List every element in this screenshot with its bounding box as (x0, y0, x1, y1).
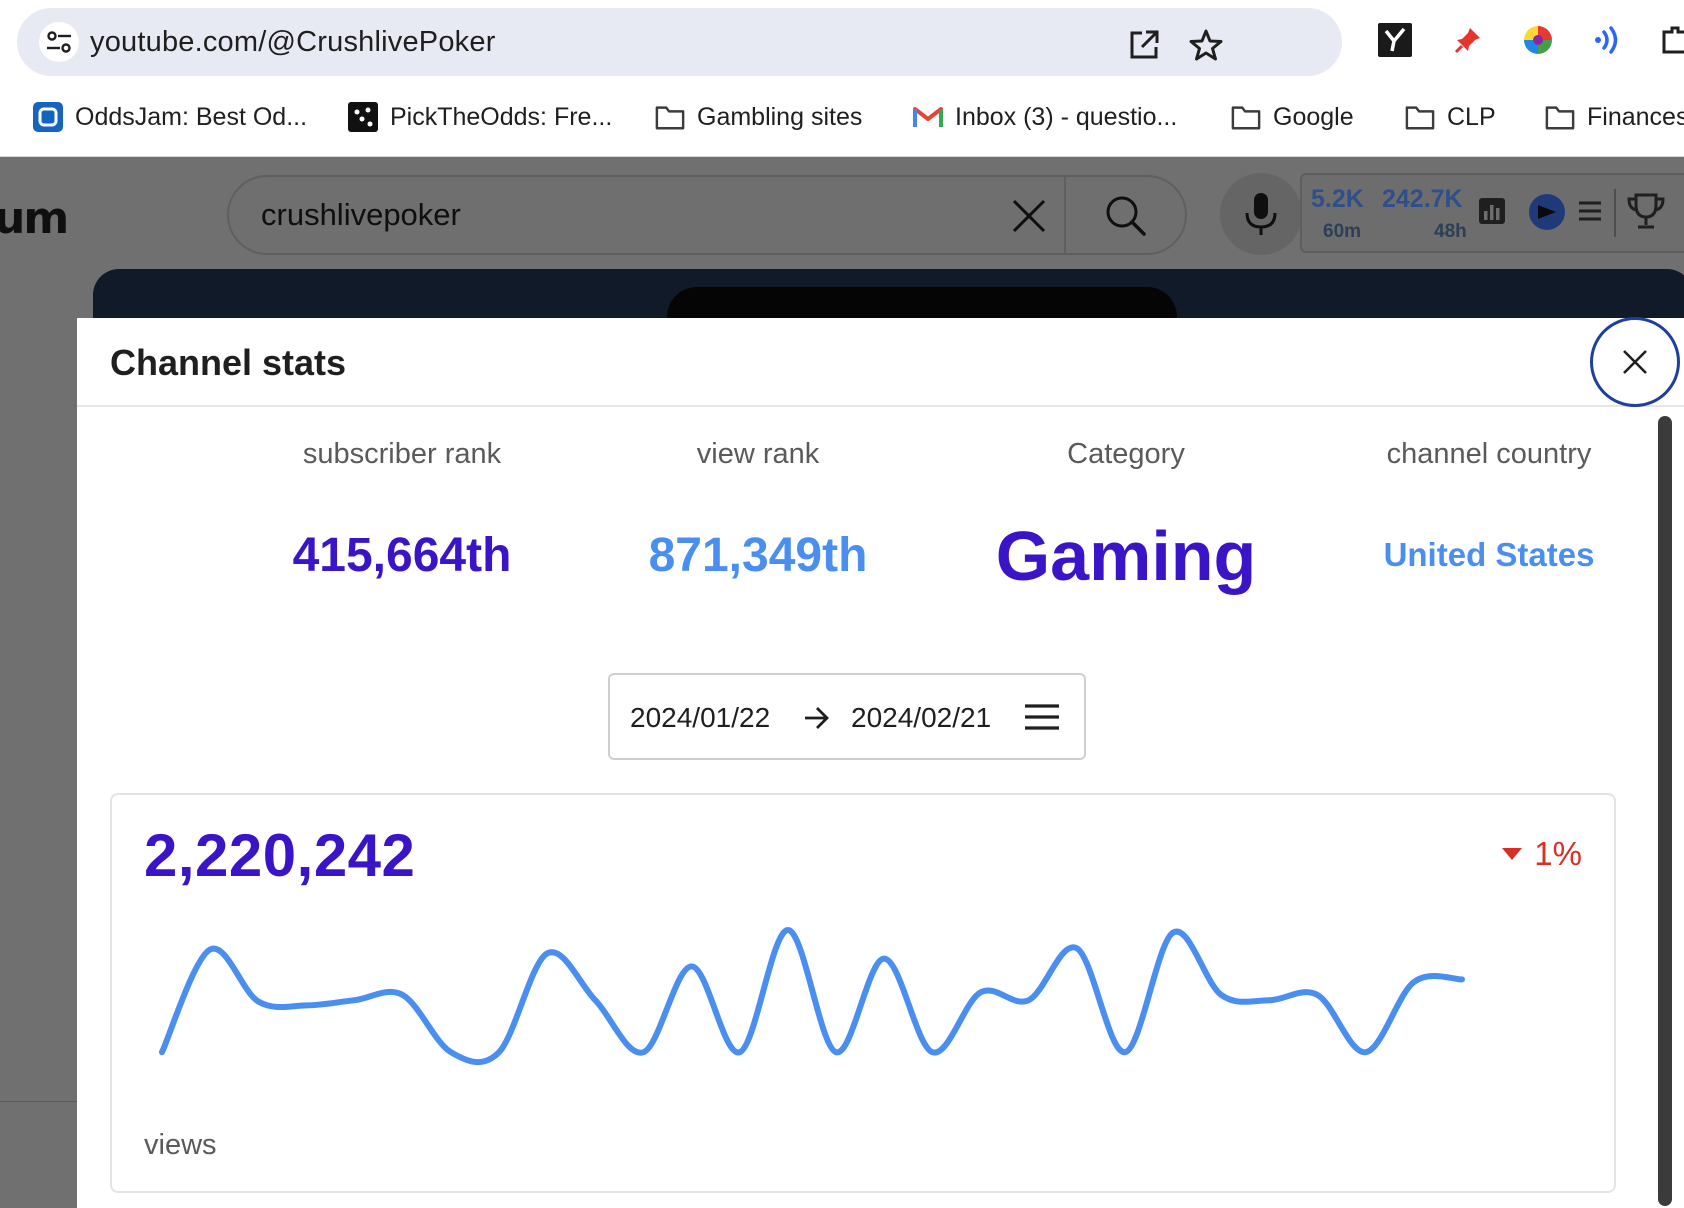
page-divider (0, 1101, 77, 1208)
stat-label: Category (1067, 438, 1185, 470)
voice-search-mic-icon[interactable] (1220, 173, 1302, 255)
arrow-right-icon (805, 707, 829, 729)
color-wheel-extension-icon[interactable] (1520, 22, 1556, 58)
youtube-logo[interactable]: um (0, 193, 69, 244)
search-divider (1064, 177, 1066, 253)
folder-icon (1231, 102, 1261, 132)
trophy-icon[interactable] (1626, 191, 1666, 233)
stat-value-48h: 242.7K (1382, 185, 1463, 213)
clear-search-icon[interactable] (1004, 191, 1054, 241)
stat-period-60m: 60m (1323, 221, 1362, 242)
bookmark-oddsjam[interactable]: OddsJam: Best Od... (33, 100, 307, 134)
views-sparkline (159, 927, 1465, 1065)
address-bar[interactable]: youtube.com/@CrushlivePoker (17, 8, 1342, 76)
stat-label: subscriber rank (302, 438, 502, 470)
channel-stats-modal: Channel stats subscriber rank 415,664th … (77, 317, 1684, 1208)
yc-extension-icon[interactable] (1377, 22, 1413, 58)
bookmark-label: Finances (1587, 102, 1684, 131)
stat-value-60m: 5.2K (1311, 185, 1364, 213)
search-query[interactable]: crushlivepoker (261, 197, 461, 233)
bookmark-label: Inbox (3) - questio... (955, 102, 1178, 131)
bookmark-picktheodds[interactable]: PickTheOdds: Fre... (348, 100, 612, 134)
folder-icon (655, 102, 685, 132)
stat-channel-country: channel country United States (1309, 436, 1669, 573)
widget-divider (1614, 189, 1616, 237)
stat-period-48h: 48h (1434, 221, 1467, 242)
stat-category: Category Gaming (946, 436, 1306, 595)
close-icon (1623, 350, 1647, 374)
channel-stats-widget[interactable]: 5.2K 60m 242.7K 48h (1300, 173, 1684, 253)
stat-value: 871,349th (648, 529, 868, 582)
menu-icon[interactable] (1576, 197, 1604, 225)
puzzle-extensions-icon[interactable] (1658, 22, 1684, 58)
date-start[interactable]: 2024/01/22 (630, 702, 770, 734)
bookmark-star-icon[interactable] (1189, 28, 1223, 62)
stat-label: view rank (696, 438, 820, 470)
bookmark-label: OddsJam: Best Od... (75, 102, 308, 131)
bookmark-label: PickTheOdds: Fre... (390, 102, 613, 131)
browser-chrome: youtube.com/@CrushlivePoker OddsJam: Bes… (0, 0, 1684, 157)
date-range-picker[interactable]: 2024/01/22 2024/02/21 (608, 673, 1086, 760)
folder-icon (1545, 102, 1575, 132)
views-line (159, 927, 1465, 1065)
search-icon[interactable] (1099, 189, 1153, 243)
metric-label: views (144, 1129, 217, 1161)
bookmark-folder-google[interactable]: Google (1231, 100, 1354, 134)
stat-label: channel country (1386, 438, 1592, 470)
gmail-favicon-icon (913, 102, 943, 132)
views-chart-card: 2,220,242 1% views (110, 793, 1616, 1193)
pin-extension-icon[interactable] (1450, 22, 1486, 58)
bar-chart-icon[interactable] (1478, 197, 1506, 225)
bookmark-gmail-inbox[interactable]: Inbox (3) - questio... (913, 100, 1177, 134)
modal-title: Channel stats (110, 342, 347, 383)
url-text[interactable]: youtube.com/@CrushlivePoker (90, 26, 496, 59)
bookmark-folder-gambling[interactable]: Gambling sites (655, 100, 862, 134)
modal-scrollbar[interactable] (1658, 416, 1672, 1206)
bookmark-folder-clp[interactable]: CLP (1405, 100, 1496, 134)
search-input[interactable]: crushlivepoker (227, 175, 1187, 255)
folder-icon (1405, 102, 1435, 132)
dice-favicon-icon (348, 102, 378, 132)
site-info-icon[interactable] (39, 22, 79, 62)
stat-value: 415,664th (292, 529, 512, 582)
stat-value: Gaming (995, 517, 1257, 595)
bookmark-folder-finances[interactable]: Finances (1545, 100, 1684, 134)
audio-extension-icon[interactable] (1590, 22, 1626, 58)
bookmark-label: CLP (1447, 102, 1496, 131)
menu-icon[interactable] (1024, 702, 1060, 732)
bookmark-label: Google (1273, 102, 1354, 131)
stat-value: United States (1383, 536, 1595, 573)
close-button[interactable] (1590, 317, 1680, 407)
stat-subscriber-rank: subscriber rank 415,664th (222, 436, 582, 582)
stat-view-rank: view rank 871,349th (578, 436, 938, 582)
play-badge-icon[interactable] (1528, 193, 1566, 231)
oddsjam-favicon-icon (33, 102, 63, 132)
bookmark-label: Gambling sites (697, 102, 863, 131)
modal-header: Channel stats (77, 318, 1684, 407)
open-in-app-icon[interactable] (1127, 28, 1161, 62)
date-end[interactable]: 2024/02/21 (851, 702, 991, 734)
bookmarks-bar: OddsJam: Best Od... PickTheOdds: Fre... … (0, 90, 1684, 142)
